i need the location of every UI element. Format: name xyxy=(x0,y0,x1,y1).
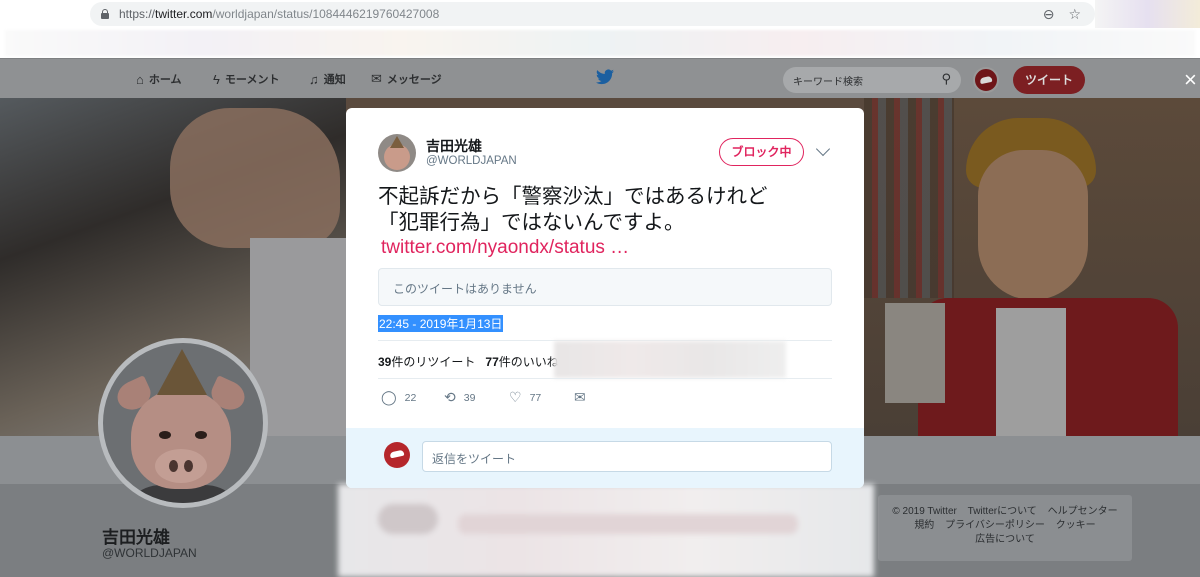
browser-chrome: https://twitter.com/worldjapan/status/10… xyxy=(0,0,1200,58)
nav-notifications[interactable]: ♫ 通知 xyxy=(309,71,346,87)
nav-messages-label: メッセージ xyxy=(386,74,442,86)
twitter-logo-icon[interactable] xyxy=(596,69,614,85)
envelope-icon: ✉ xyxy=(371,71,382,86)
tweet-text-line: 不起訴だから「警察沙汰」ではあるけれど xyxy=(378,185,768,208)
reply-action[interactable]: ◯ 22 xyxy=(381,389,416,406)
address-bar[interactable]: https://twitter.com/worldjapan/status/10… xyxy=(90,2,1095,26)
url-scheme: https:// xyxy=(119,7,156,21)
zoom-icon[interactable]: ⊖ xyxy=(1043,6,1055,23)
lock-icon xyxy=(100,9,109,19)
lightning-icon: ϟ xyxy=(213,71,220,87)
envelope-icon: ✉ xyxy=(574,389,586,405)
footer-ads-link[interactable]: 広告について xyxy=(975,534,1035,545)
tweet-text-line: 「犯罪行為」ではないんですよ。 xyxy=(378,211,685,234)
tweet-link[interactable]: twitter.com/nyaondx/status … xyxy=(381,237,629,259)
heart-icon: ♡ xyxy=(509,389,522,405)
divider xyxy=(378,378,832,379)
home-icon: ⌂ xyxy=(136,71,144,87)
like-count: 77 xyxy=(529,391,542,404)
twitter-nav: ⌂ ホーム ϟ モーメント ♫ 通知 ✉ メッセージ キーワード検索 ⚲ ツイー… xyxy=(0,58,1200,98)
nav-notifications-label: 通知 xyxy=(323,74,346,86)
retweets-stat[interactable]: 39件のリツイート xyxy=(378,355,475,369)
footer-links: © 2019 Twitter Twitterについて ヘルプセンター 規約 プラ… xyxy=(878,495,1132,561)
account-avatar[interactable] xyxy=(973,67,999,93)
footer-copyright: © 2019 Twitter xyxy=(892,506,957,517)
tweet-author-handle[interactable]: @WORLDJAPAN xyxy=(426,155,517,167)
browser-tab-area xyxy=(0,0,75,28)
tweet-stats: 39件のリツイート 77件のいいね xyxy=(378,353,559,370)
tweet-modal: 吉田光雄 @WORLDJAPAN ブロック中 不起訴だから「警察沙汰」ではあるけ… xyxy=(346,108,864,488)
reply-icon: ◯ xyxy=(381,389,397,405)
reply-user-avatar xyxy=(384,442,410,468)
chevron-down-icon[interactable] xyxy=(815,141,831,157)
nav-home[interactable]: ⌂ ホーム xyxy=(136,71,182,87)
like-action[interactable]: ♡ 77 xyxy=(509,389,541,406)
tweet-author-name[interactable]: 吉田光雄 xyxy=(426,136,482,156)
search-icon[interactable]: ⚲ xyxy=(941,71,951,87)
redacted-avatars xyxy=(554,341,786,378)
url-host: twitter.com xyxy=(155,7,213,21)
footer-privacy-link[interactable]: プライバシーポリシー xyxy=(945,520,1045,531)
star-icon[interactable]: ☆ xyxy=(1068,6,1081,23)
profile-avatar[interactable] xyxy=(98,338,268,508)
nav-messages[interactable]: ✉ メッセージ xyxy=(371,71,442,87)
blocked-button[interactable]: ブロック中 xyxy=(719,138,804,166)
likes-stat[interactable]: 77件のいいね xyxy=(485,355,558,369)
footer-help-link[interactable]: ヘルプセンター xyxy=(1048,506,1118,517)
profile-handle[interactable]: @WORLDJAPAN xyxy=(102,546,197,560)
tweet-timestamp[interactable]: 22:45 - 2019年1月13日 xyxy=(378,315,504,332)
search-placeholder: キーワード検索 xyxy=(793,77,863,88)
footer-about-link[interactable]: Twitterについて xyxy=(968,506,1037,517)
url-path: /worldjapan/status/1084446219760427008 xyxy=(212,7,440,21)
nav-moments-label: モーメント xyxy=(224,74,280,86)
bookmarks-bar xyxy=(5,30,1195,56)
search-input[interactable]: キーワード検索 ⚲ xyxy=(783,67,961,93)
reply-input[interactable]: 返信をツイート xyxy=(422,441,832,472)
redacted-content xyxy=(338,484,874,577)
footer-cookies-link[interactable]: クッキー xyxy=(1056,520,1096,531)
quoted-tweet-unavailable: このツイートはありません xyxy=(378,268,832,306)
retweet-action[interactable]: ⟲ 39 xyxy=(444,389,475,406)
reply-area: 返信をツイート xyxy=(346,428,864,488)
nav-moments[interactable]: ϟ モーメント xyxy=(213,71,279,87)
retweet-icon: ⟲ xyxy=(444,389,456,405)
retweet-count: 39 xyxy=(463,391,476,404)
tweet-author-avatar[interactable] xyxy=(378,134,416,172)
browser-extension-area xyxy=(1095,0,1200,28)
close-icon[interactable]: × xyxy=(1184,67,1197,93)
tweet-text: 不起訴だから「警察沙汰」ではあるけれど 「犯罪行為」ではないんですよ。 xyxy=(378,184,838,236)
nav-home-label: ホーム xyxy=(148,74,182,86)
tweet-button[interactable]: ツイート xyxy=(1013,66,1085,94)
reply-count: 22 xyxy=(404,391,417,404)
direct-message-action[interactable]: ✉ xyxy=(574,389,586,406)
footer-terms-link[interactable]: 規約 xyxy=(914,520,934,531)
bell-icon: ♫ xyxy=(309,71,319,87)
profile-name[interactable]: 吉田光雄 xyxy=(102,523,170,548)
